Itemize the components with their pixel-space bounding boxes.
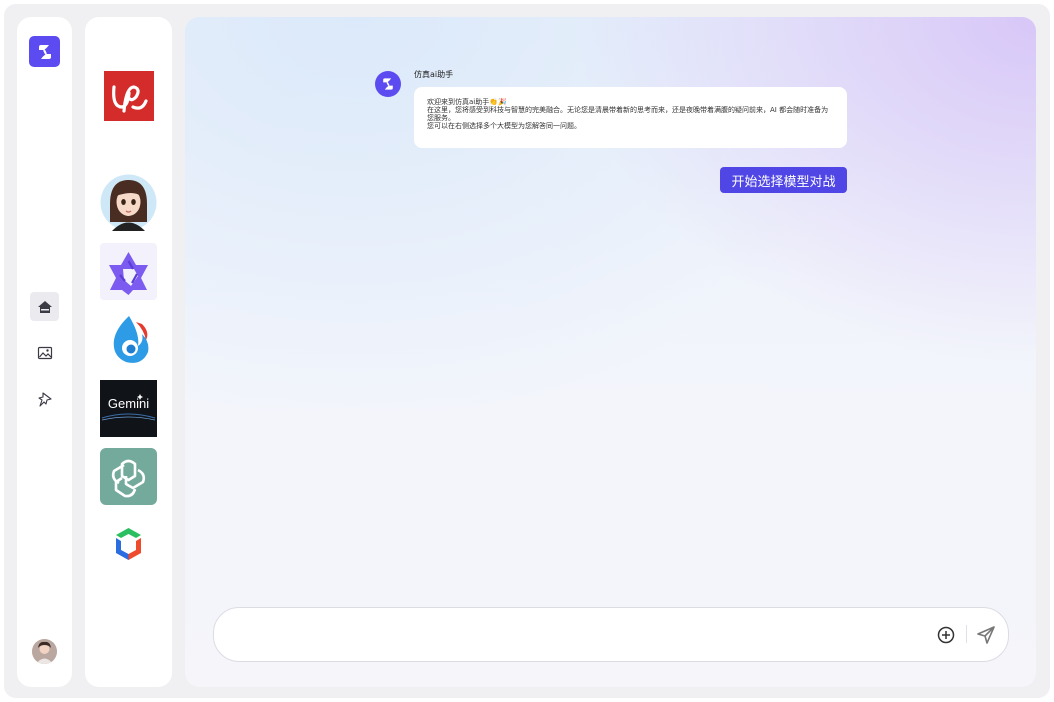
app-logo-icon (383, 78, 393, 90)
svg-text:Gemini: Gemini (108, 396, 149, 411)
send-icon (977, 626, 995, 644)
message-line: 欢迎来到仿真ai助手👏🎉 (427, 98, 507, 106)
chat-panel: 仿真ai助手 欢迎来到仿真ai助手👏🎉 在这里，您将感受到科技与智慧的完美融合。… (185, 17, 1036, 687)
user-avatar[interactable] (32, 639, 57, 664)
welcome-message: 欢迎来到仿真ai助手👏🎉 在这里，您将感受到科技与智慧的完美融合。无论您是清晨带… (414, 87, 847, 148)
message-input[interactable] (234, 618, 914, 652)
composer-divider (966, 625, 967, 643)
message-line: 在这里，您将感受到科技与智慧的完美融合。无论您是清晨带着新的思考而来，还是夜晚带… (427, 106, 829, 122)
pin-icon (37, 391, 52, 407)
cube-logo (116, 528, 141, 560)
nav-pin-button[interactable] (30, 384, 59, 413)
plus-circle-icon (937, 626, 955, 644)
gemini-logo: Gemini (100, 380, 157, 437)
model-cube[interactable] (100, 516, 157, 573)
girl-avatar (100, 174, 157, 231)
start-model-battle-button[interactable]: 开始选择模型对战 (720, 167, 847, 193)
message-composer (213, 607, 1009, 662)
model-list: Gemini (85, 17, 172, 687)
model-qwen[interactable] (100, 243, 157, 300)
image-icon (37, 346, 52, 359)
home-icon (37, 300, 52, 313)
app-logo-icon[interactable] (29, 36, 60, 67)
model-girl[interactable] (100, 174, 157, 231)
ue-logo (103, 70, 154, 121)
bot-avatar (375, 71, 401, 97)
nav-rail (17, 17, 72, 687)
nav-gallery-button[interactable] (30, 338, 59, 367)
model-gemini[interactable]: Gemini (100, 380, 157, 437)
model-ue[interactable] (100, 67, 157, 124)
qwen-logo (100, 243, 157, 300)
bot-name: 仿真ai助手 (414, 70, 454, 79)
model-chatgpt[interactable] (100, 448, 157, 505)
attach-button[interactable] (935, 624, 957, 646)
message-line: 您可以在右侧选择多个大模型为您解答同一问题。 (427, 122, 581, 130)
flame-logo (113, 316, 149, 363)
nav-home-button[interactable] (30, 292, 59, 321)
chatgpt-logo (100, 448, 157, 505)
model-flame[interactable] (100, 312, 157, 369)
send-button[interactable] (974, 623, 998, 647)
